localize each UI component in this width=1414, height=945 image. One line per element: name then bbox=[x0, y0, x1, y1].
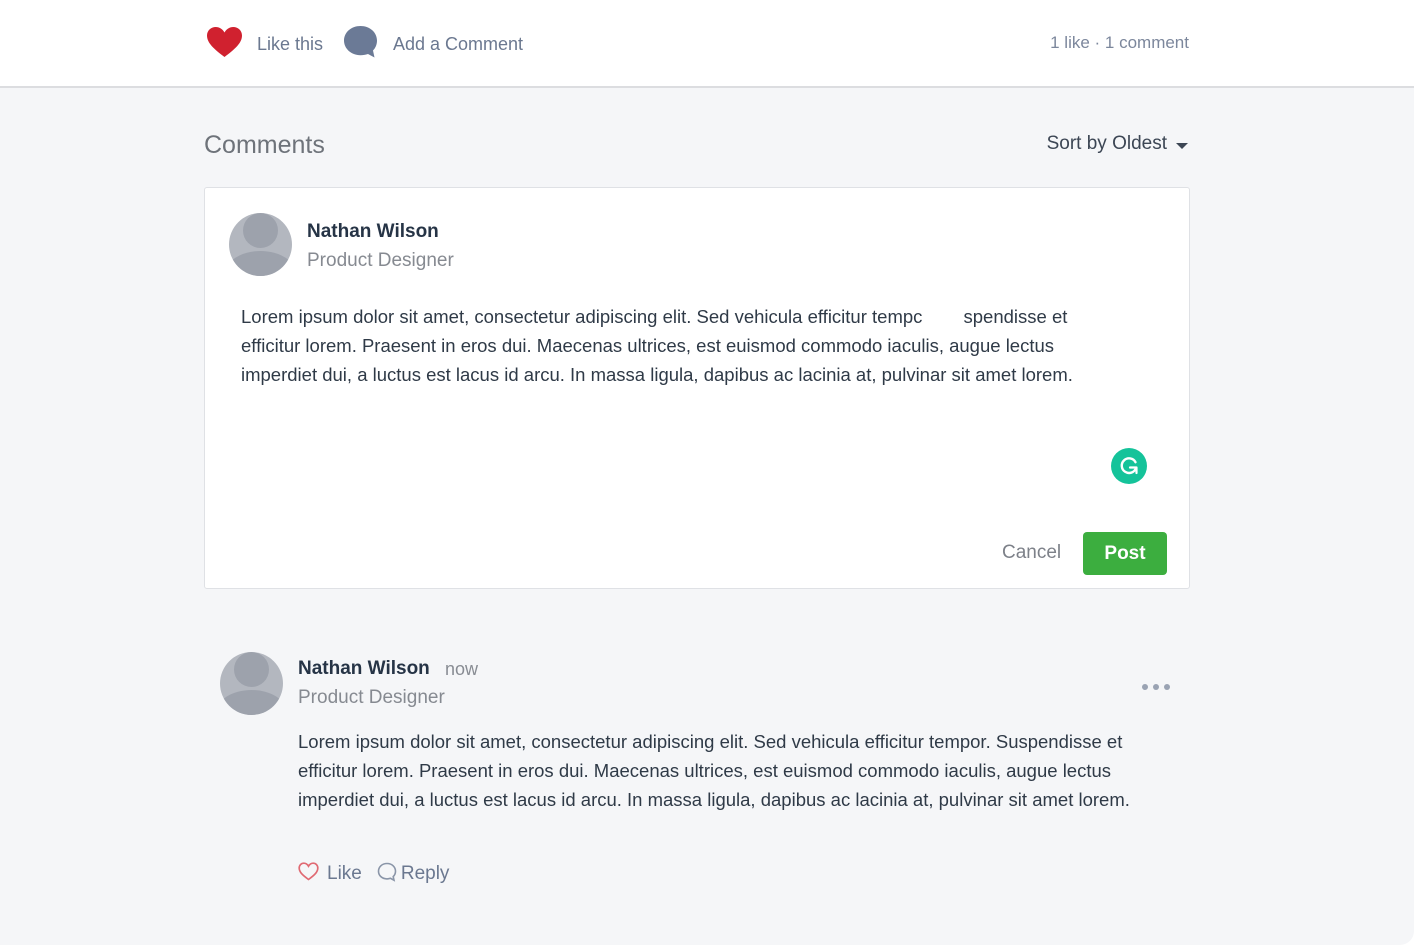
post-action-bar: Like this Add a Comment 1 like · 1 comme… bbox=[0, 0, 1414, 88]
avatar bbox=[229, 213, 292, 276]
comments-heading: Comments bbox=[204, 131, 325, 159]
more-horizontal-icon-dot bbox=[1164, 684, 1170, 690]
avatar-head-shape bbox=[234, 652, 269, 687]
sort-label: Sort by Oldest bbox=[1046, 133, 1167, 154]
comment-editor: Nathan Wilson Product Designer Lorem ips… bbox=[204, 187, 1190, 589]
comment-author-name[interactable]: Nathan Wilson bbox=[298, 658, 430, 680]
speech-bubble-filled-icon bbox=[343, 25, 379, 64]
speech-bubble-outline-icon bbox=[377, 862, 398, 887]
add-comment-label: Add a Comment bbox=[393, 33, 524, 54]
heart-filled-icon bbox=[206, 26, 243, 63]
heart-outline-icon bbox=[298, 862, 319, 886]
more-horizontal-icon-dot bbox=[1153, 684, 1159, 690]
comment-body: Lorem ipsum dolor sit amet, consectetur … bbox=[298, 731, 1130, 810]
avatar-body-shape bbox=[229, 251, 292, 276]
caret-down-icon bbox=[1176, 142, 1188, 149]
add-comment-button[interactable]: Add a Comment bbox=[343, 25, 524, 64]
comment-reply-label: Reply bbox=[400, 863, 450, 884]
like-this-button[interactable]: Like this bbox=[206, 26, 323, 62]
author-name: Nathan Wilson bbox=[307, 221, 439, 242]
grammarly-icon[interactable] bbox=[1111, 448, 1147, 484]
like-this-label: Like this bbox=[257, 33, 324, 54]
comment-like-button[interactable]: Like bbox=[298, 862, 362, 886]
comment-input[interactable]: Lorem ipsum dolor sit amet, consectetur … bbox=[241, 302, 1151, 389]
more-horizontal-icon bbox=[1142, 684, 1148, 690]
sort-dropdown[interactable]: Sort by Oldest bbox=[1047, 133, 1188, 155]
comment-author-role: Product Designer bbox=[298, 687, 445, 708]
comment-actions: Like Reply bbox=[298, 860, 449, 888]
more-options-button[interactable] bbox=[1138, 676, 1174, 698]
comment-timestamp: now bbox=[445, 659, 479, 679]
avatar-body-shape bbox=[220, 690, 283, 715]
avatar bbox=[220, 652, 283, 715]
cancel-button[interactable]: Cancel bbox=[1002, 542, 1061, 564]
author-role: Product Designer bbox=[307, 250, 454, 271]
post-button[interactable]: Post bbox=[1083, 532, 1167, 575]
comment-like-label: Like bbox=[327, 863, 362, 884]
comment-reply-button[interactable]: Reply bbox=[377, 862, 450, 887]
like-comment-counts: 1 like · 1 comment bbox=[1050, 33, 1189, 52]
avatar-head-shape bbox=[243, 213, 278, 248]
page: Like this Add a Comment 1 like · 1 comme… bbox=[0, 0, 1414, 945]
